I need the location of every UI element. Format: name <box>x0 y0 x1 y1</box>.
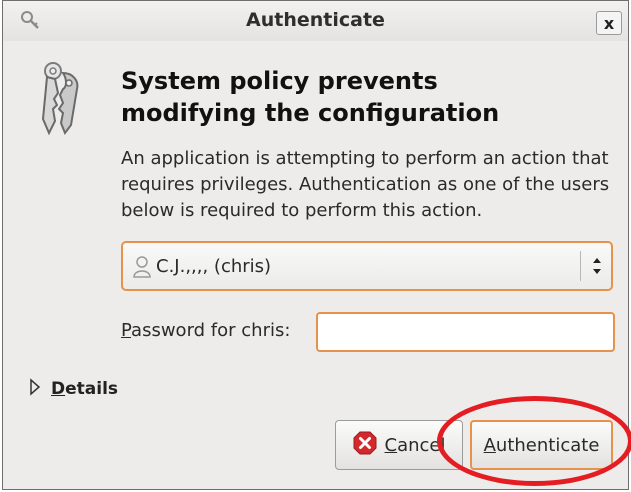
select-arrows-icon <box>591 255 603 281</box>
authenticate-label-text: uthenticate <box>495 434 600 456</box>
details-label-mnemonic: D <box>51 379 66 399</box>
password-label-mnemonic: P <box>121 320 132 341</box>
expander-arrow-icon <box>29 378 41 400</box>
user-select-value: C.J.,,,, (chris) <box>156 256 272 277</box>
dialog-heading: System policy prevents modifying the con… <box>121 67 500 127</box>
authenticate-dialog: Authenticate x System policy prevents mo… <box>2 0 629 490</box>
password-field[interactable] <box>316 312 615 352</box>
cancel-button-label: Cancel <box>385 435 446 456</box>
authenticate-button-label: Authenticate <box>484 435 600 456</box>
details-label: Details <box>51 379 118 399</box>
password-label-text: assword for chris: <box>131 320 291 341</box>
cancel-label-text: ancel <box>397 434 446 456</box>
authenticate-button[interactable]: Authenticate <box>470 420 613 470</box>
select-divider <box>580 251 581 281</box>
keys-icon <box>33 59 89 143</box>
cancel-label-mnemonic: C <box>384 434 398 456</box>
dialog-description: An application is attempting to perform … <box>121 148 610 221</box>
title-bar[interactable]: Authenticate x <box>3 1 628 41</box>
authenticate-label-mnemonic: A <box>483 434 496 456</box>
user-select[interactable]: C.J.,,,, (chris) <box>121 241 613 291</box>
password-label: Password for chris: <box>121 320 290 341</box>
details-expander[interactable]: Details <box>29 378 118 400</box>
cancel-button[interactable]: Cancel <box>335 420 463 470</box>
cancel-icon <box>353 431 377 460</box>
window-title: Authenticate <box>246 9 385 31</box>
details-label-text: etails <box>65 379 119 399</box>
user-icon <box>133 256 151 282</box>
close-button[interactable]: x <box>596 11 622 35</box>
close-icon: x <box>603 13 615 33</box>
